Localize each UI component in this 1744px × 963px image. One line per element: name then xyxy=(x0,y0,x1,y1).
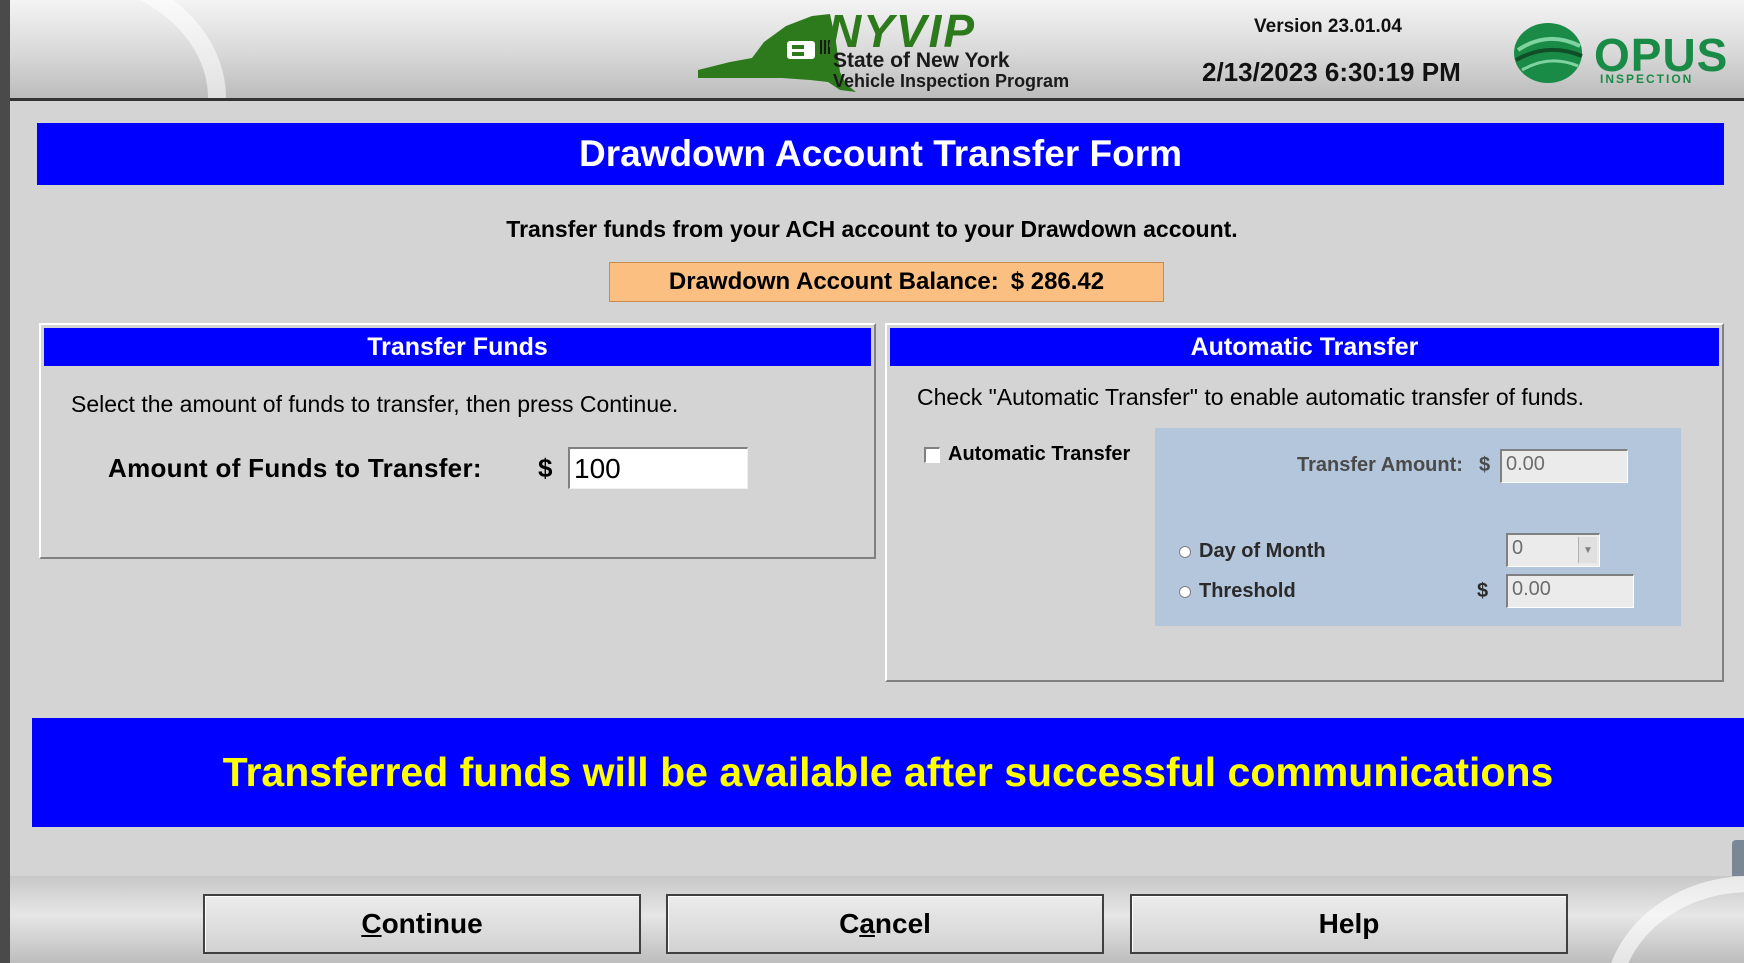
form-instructions: Transfer funds from your ACH account to … xyxy=(506,216,1238,242)
footer-swoosh-decoration xyxy=(1584,876,1744,963)
transfer-funds-panel: Transfer Funds Select the amount of fund… xyxy=(39,323,876,559)
cancel-button[interactable]: Ca ncel xyxy=(666,894,1104,954)
cancel-label-post: ncel xyxy=(874,908,931,939)
nyvip-subtitle-state: State of New York xyxy=(833,49,1010,72)
amount-input[interactable] xyxy=(568,447,748,489)
continue-accesskey: C xyxy=(361,908,382,939)
day-of-month-value: 0 xyxy=(1512,537,1524,559)
automatic-transfer-checkbox-label[interactable]: Automatic Transfer xyxy=(948,443,1130,466)
button-bar: Continue Ca ncel Help xyxy=(10,876,1744,963)
radio-button[interactable] xyxy=(1179,545,1191,558)
chevron-down-icon[interactable]: ▼ xyxy=(1578,537,1597,563)
cancel-label-pre: C xyxy=(839,908,860,939)
transfer-amount-input[interactable]: 0.00 xyxy=(1500,449,1628,483)
balance-badge: Drawdown Account Balance: $ 286.42 xyxy=(609,262,1164,302)
automatic-transfer-heading: Automatic Transfer xyxy=(890,328,1719,366)
nyvip-logo: NYVIP State of New York Vehicle Inspecti… xyxy=(690,5,1110,96)
day-of-month-radio[interactable]: Day of Month xyxy=(1179,540,1326,563)
opus-subtitle: INSPECTION xyxy=(1600,72,1694,86)
transfer-amount-currency: $ xyxy=(1479,454,1491,476)
automatic-transfer-options: Transfer Amount: $ 0.00 Day of Month 0 ▼… xyxy=(1155,428,1681,626)
transfer-amount-label: Transfer Amount: xyxy=(1297,454,1463,476)
threshold-input[interactable]: 0.00 xyxy=(1506,574,1634,608)
header-swoosh-decoration xyxy=(10,0,240,98)
version-label: Version 23.01.04 xyxy=(1254,16,1402,37)
threshold-currency: $ xyxy=(1477,580,1489,602)
availability-notice: Transferred funds will be available afte… xyxy=(32,718,1744,827)
transfer-funds-instructions: Select the amount of funds to transfer, … xyxy=(71,391,679,417)
form-title: Drawdown Account Transfer Form xyxy=(37,123,1724,185)
continue-label-post: ontinue xyxy=(381,908,483,939)
automatic-transfer-panel: Automatic Transfer Check "Automatic Tran… xyxy=(885,323,1724,682)
opus-globe-icon xyxy=(1514,23,1583,83)
day-of-month-label[interactable]: Day of Month xyxy=(1199,540,1326,563)
help-button[interactable]: Help xyxy=(1130,894,1568,954)
app-header: NYVIP State of New York Vehicle Inspecti… xyxy=(10,0,1744,101)
threshold-radio[interactable]: Threshold xyxy=(1179,580,1296,603)
nyvip-subtitle-program: Vehicle Inspection Program xyxy=(833,71,1070,91)
automatic-transfer-instructions: Check "Automatic Transfer" to enable aut… xyxy=(917,384,1585,410)
continue-button[interactable]: Continue xyxy=(203,894,641,954)
datetime-label: 2/13/2023 6:30:19 PM xyxy=(1202,57,1461,87)
day-of-month-select[interactable]: 0 ▼ xyxy=(1506,533,1600,567)
amount-label: Amount of Funds to Transfer: xyxy=(108,453,482,483)
cancel-accesskey: a xyxy=(859,908,875,939)
automatic-transfer-checkbox[interactable]: Automatic Transfer xyxy=(924,443,1130,466)
threshold-label[interactable]: Threshold xyxy=(1199,580,1296,603)
checkbox-box[interactable] xyxy=(924,446,940,463)
amount-currency: $ xyxy=(538,453,553,483)
help-label: Help xyxy=(1318,908,1380,939)
transfer-funds-heading: Transfer Funds xyxy=(44,328,871,366)
opus-logo: OPUS INSPECTION xyxy=(1510,20,1744,96)
window-frame xyxy=(0,0,10,963)
balance-value: $ 286.42 xyxy=(1010,268,1105,295)
radio-button[interactable] xyxy=(1179,585,1191,598)
balance-label: Drawdown Account Balance: xyxy=(668,268,999,295)
